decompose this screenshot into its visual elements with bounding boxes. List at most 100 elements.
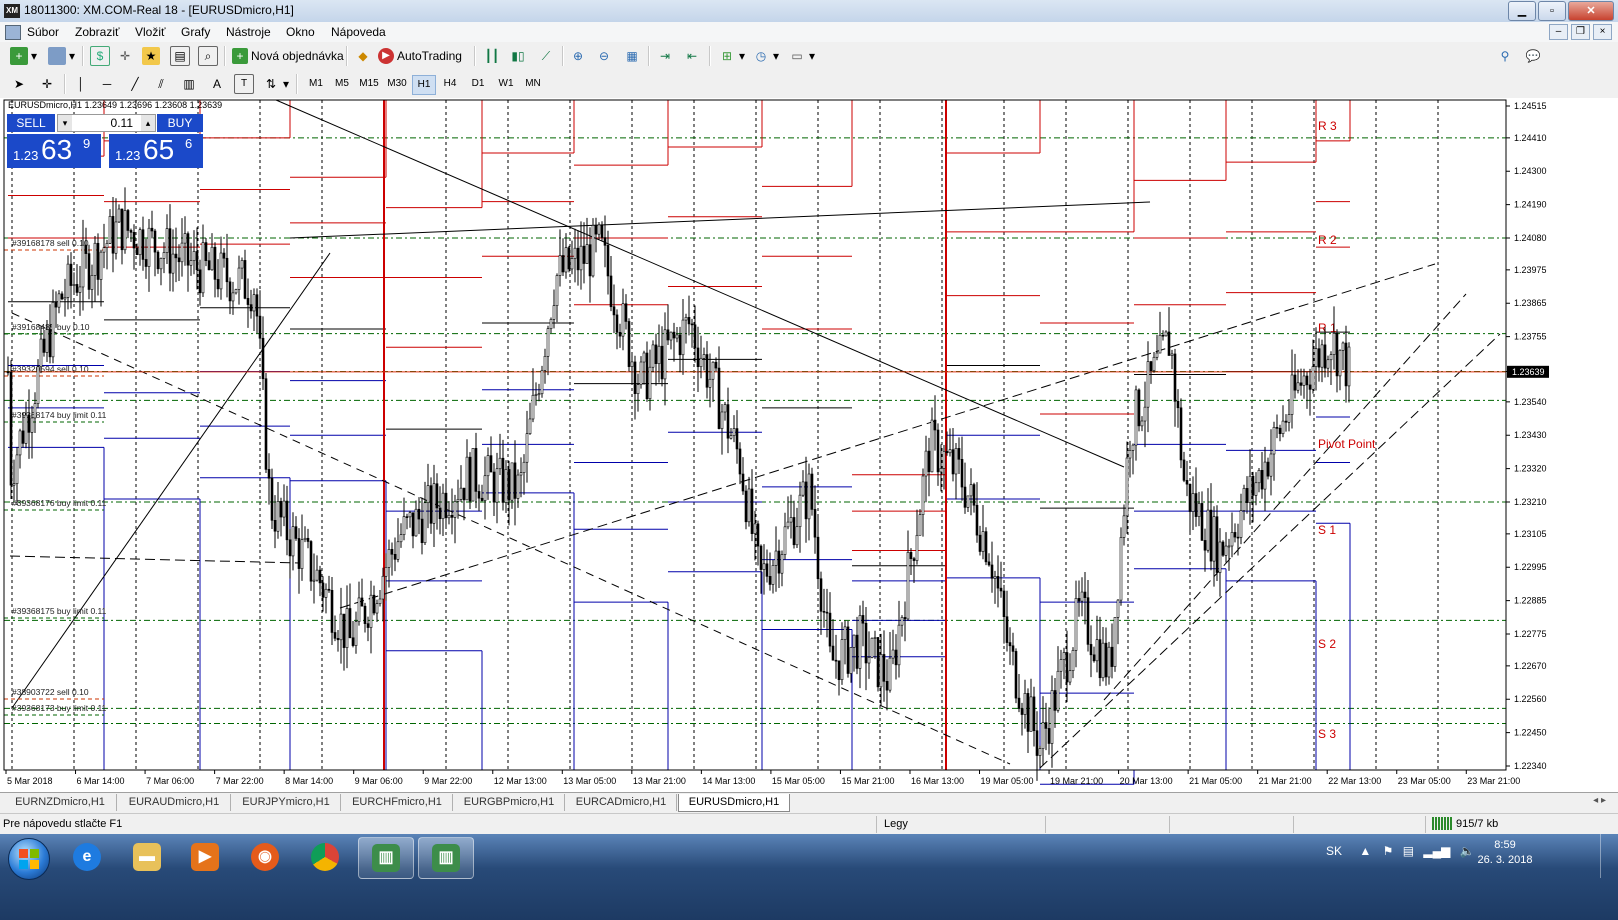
- chart-window[interactable]: #39168178 sell 0.10 #39168485 buy 0.10 #39…: [0, 98, 1618, 822]
- profiles-button[interactable]: ▾: [46, 45, 77, 67]
- mdi-restore-button[interactable]: ❐: [1571, 24, 1590, 40]
- tf-d1[interactable]: D1: [466, 75, 490, 93]
- tf-mn[interactable]: MN: [520, 75, 546, 93]
- trendline-tool[interactable]: ╱: [124, 73, 146, 95]
- tf-w1[interactable]: W1: [494, 75, 518, 93]
- tf-h4[interactable]: H4: [438, 75, 462, 93]
- network-icon[interactable]: ▤: [1403, 844, 1414, 858]
- candle-body: [1107, 646, 1111, 678]
- candle-body: [237, 267, 241, 290]
- candle-body: [711, 361, 715, 380]
- zoom-out-button[interactable]: ⊖: [593, 45, 615, 67]
- taskbar-mt4-1[interactable]: ▥: [358, 837, 414, 879]
- crosshair-tool[interactable]: ✛: [36, 73, 58, 95]
- taskbar-explorer[interactable]: ▬: [120, 837, 174, 877]
- tab-eurjpy[interactable]: EURJPYmicro,H1: [232, 794, 341, 811]
- periods-button[interactable]: ◷ ▾: [750, 45, 781, 67]
- tab-eurchf[interactable]: EURCHFmicro,H1: [342, 794, 453, 811]
- horizontal-line-tool[interactable]: ─: [96, 73, 118, 95]
- tray-expand-icon[interactable]: ▲: [1359, 844, 1371, 858]
- flag-icon[interactable]: ⚑: [1383, 844, 1394, 858]
- tab-eurgbp[interactable]: EURGBPmicro,H1: [454, 794, 565, 811]
- taskbar-ie[interactable]: e: [60, 837, 114, 877]
- price-chart[interactable]: #39168178 sell 0.10#39168485 buy 0.10#39…: [0, 98, 1618, 792]
- taskbar-firefox[interactable]: ◉: [238, 837, 292, 877]
- arrows-tool[interactable]: ⇅ ▾: [260, 73, 291, 95]
- candle-body: [21, 430, 25, 444]
- menu-subor[interactable]: Súbor: [27, 25, 59, 39]
- close-button[interactable]: ✕: [1568, 1, 1614, 21]
- candle-body: [1152, 356, 1156, 372]
- zoom-in-button[interactable]: ⊕: [567, 45, 589, 67]
- menu-napoveda[interactable]: Nápoveda: [331, 25, 386, 39]
- start-button[interactable]: [8, 838, 50, 880]
- lot-value[interactable]: 0.11: [111, 115, 133, 131]
- signal-icon[interactable]: ▂▄▆: [1423, 844, 1450, 858]
- autoscroll-button[interactable]: ⇥: [654, 45, 676, 67]
- tf-m1[interactable]: M1: [304, 75, 328, 93]
- sell-button[interactable]: SELL: [7, 114, 55, 132]
- lot-up-arrow[interactable]: ▴: [141, 115, 155, 131]
- candle-chart-button[interactable]: ▮▯: [507, 45, 529, 67]
- buy-quote[interactable]: 1.23 65 6: [109, 134, 203, 168]
- taskbar-mt4-2[interactable]: ▥: [418, 837, 474, 879]
- new-order-button[interactable]: + Nová objednávka: [230, 45, 346, 67]
- text-tool[interactable]: A: [206, 73, 228, 95]
- sell-quote[interactable]: 1.23 63 9: [7, 134, 101, 168]
- candle-body: [1056, 670, 1060, 711]
- line-chart-icon: ⟋: [541, 49, 551, 63]
- label-tool[interactable]: T: [232, 73, 256, 95]
- candle-body: [261, 337, 265, 380]
- cursor-tool[interactable]: ➤: [8, 73, 30, 95]
- x-tick-label: 15 Mar 05:00: [772, 776, 825, 786]
- chart-shift-button[interactable]: ⇤: [681, 45, 703, 67]
- maximize-button[interactable]: ▫: [1538, 1, 1566, 21]
- tf-m30[interactable]: M30: [384, 75, 410, 93]
- terminal-button[interactable]: ▤: [168, 45, 192, 67]
- tab-euraud[interactable]: EURAUDmicro,H1: [118, 794, 231, 811]
- vertical-line-tool[interactable]: │: [70, 73, 92, 95]
- tf-h1[interactable]: H1: [412, 75, 436, 95]
- buy-button[interactable]: BUY: [157, 114, 203, 132]
- bar-chart-button[interactable]: ┃┃: [481, 45, 503, 67]
- lot-size-field[interactable]: ▾ 0.11 ▴: [57, 114, 156, 132]
- tab-eurusd[interactable]: EURUSDmicro,H1: [678, 794, 790, 812]
- menu-okno[interactable]: Okno: [286, 25, 315, 39]
- autotrading-button[interactable]: ▶ AutoTrading: [376, 45, 464, 67]
- menu-vlozit[interactable]: Vložiť: [135, 25, 166, 39]
- menu-nastroje[interactable]: Nástroje: [226, 25, 271, 39]
- templates-button[interactable]: ▭ ▾: [786, 45, 817, 67]
- candle-body: [780, 554, 784, 574]
- chat-button[interactable]: 💬: [1522, 45, 1544, 67]
- taskbar-clock[interactable]: 8:59 26. 3. 2018: [1470, 838, 1540, 868]
- new-chart-button[interactable]: + ▾: [8, 45, 39, 67]
- search-button[interactable]: ⚲: [1494, 45, 1516, 67]
- mdi-minimize-button[interactable]: –: [1549, 24, 1568, 40]
- strategy-tester-button[interactable]: ⌕: [196, 45, 220, 67]
- navigator-button[interactable]: ★: [140, 45, 162, 67]
- tab-eurnzd[interactable]: EURNZDmicro,H1: [4, 794, 117, 811]
- mdi-close-button[interactable]: ×: [1593, 24, 1612, 40]
- menu-zobrazit[interactable]: Zobraziť: [75, 25, 120, 39]
- channel-tool[interactable]: ⫽: [150, 73, 172, 95]
- tab-scroll-arrows[interactable]: ◂ ▸: [1593, 795, 1606, 806]
- tf-m5[interactable]: M5: [330, 75, 354, 93]
- lot-dropdown-arrow[interactable]: ▾: [58, 115, 72, 131]
- minimize-button[interactable]: ▁: [1508, 1, 1536, 21]
- tf-m15[interactable]: M15: [356, 75, 382, 93]
- data-window-button[interactable]: ✛: [114, 45, 136, 67]
- indicators-button[interactable]: ⊞ ▾: [716, 45, 747, 67]
- market-watch-button[interactable]: $: [88, 45, 112, 67]
- chart-window-icon[interactable]: [5, 25, 21, 40]
- taskbar-chrome[interactable]: [298, 837, 352, 877]
- menu-grafy[interactable]: Grafy: [181, 25, 210, 39]
- line-chart-button[interactable]: ⟋: [535, 45, 557, 67]
- show-desktop-button[interactable]: [1600, 834, 1615, 878]
- taskbar-media[interactable]: ▶: [178, 837, 232, 877]
- fibonacci-tool[interactable]: ▥: [178, 73, 200, 95]
- metaeditor-button[interactable]: ◆: [352, 45, 374, 67]
- candle-body: [951, 449, 955, 475]
- language-indicator[interactable]: SK: [1326, 844, 1342, 858]
- tab-eurcad[interactable]: EURCADmicro,H1: [566, 794, 677, 811]
- tile-windows-button[interactable]: ▦: [621, 45, 643, 67]
